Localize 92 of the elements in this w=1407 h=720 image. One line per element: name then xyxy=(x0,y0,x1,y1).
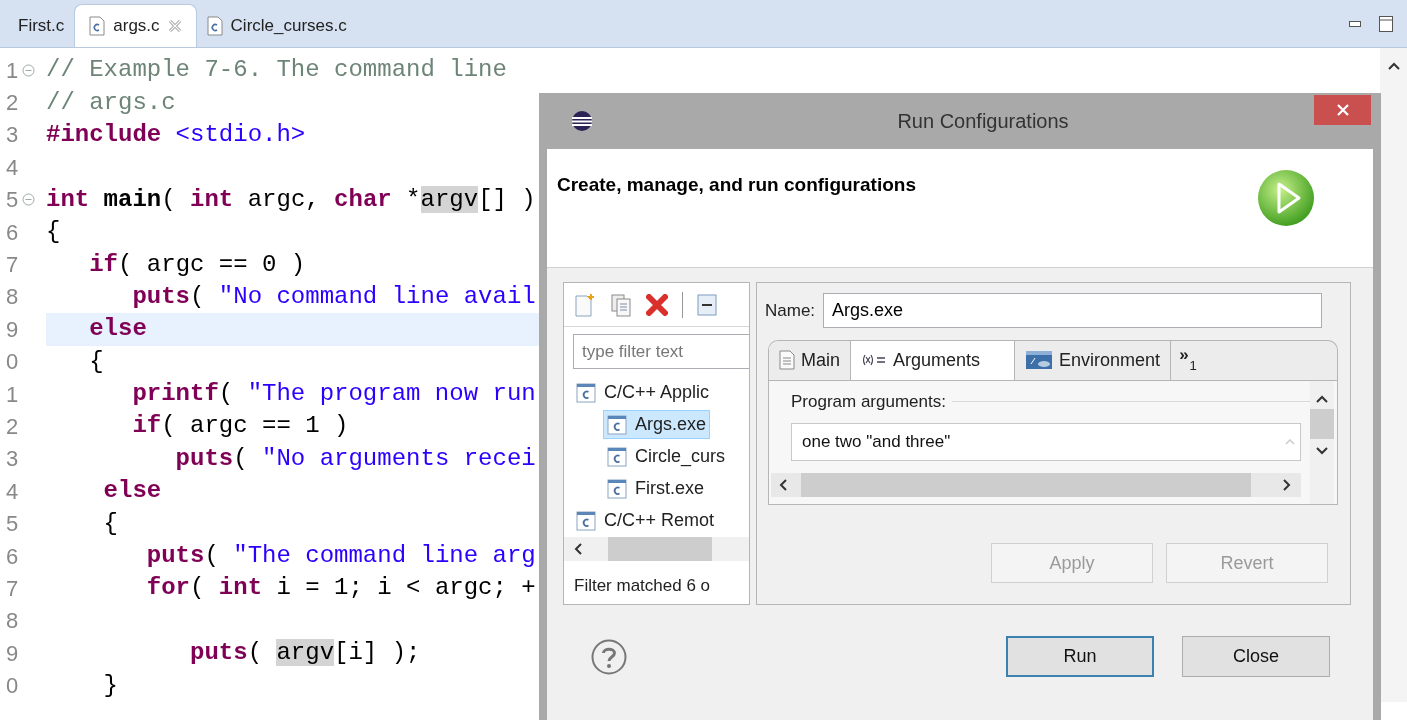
header-text: Create, manage, and run configurations xyxy=(557,173,916,197)
line-number: 7 xyxy=(5,574,20,603)
scroll-up-icon[interactable] xyxy=(1387,62,1400,70)
configuration-icon xyxy=(576,382,596,403)
editor-tab[interactable]: args.c xyxy=(74,4,197,47)
scroll-down-icon[interactable] xyxy=(1316,447,1328,455)
close-icon xyxy=(1336,104,1349,116)
name-field[interactable]: Args.exe xyxy=(823,293,1323,328)
minimize-icon[interactable] xyxy=(1349,20,1361,27)
line-number: 5 xyxy=(5,186,20,215)
code-line: } xyxy=(102,673,118,698)
run-icon xyxy=(1257,169,1315,227)
code-line: // args.c xyxy=(46,90,176,115)
group-label: Program arguments: xyxy=(791,391,946,413)
code-line: { xyxy=(102,511,118,536)
code-line: int main( int argc, char *argv[] ) xyxy=(46,187,536,212)
code-line: else xyxy=(102,479,162,504)
code-line: { xyxy=(88,349,104,374)
tree-item[interactable]: C/C++ Remot xyxy=(572,506,719,535)
configuration-icon xyxy=(576,510,596,531)
filter-status: Filter matched 6 o xyxy=(573,575,712,597)
vertical-scrollbar[interactable] xyxy=(1310,381,1334,504)
environment-icon xyxy=(1025,350,1054,370)
code-line: if( argc == 1 ) xyxy=(131,414,349,439)
filter-field[interactable]: type filter text xyxy=(573,334,749,369)
line-number: 2 xyxy=(5,413,20,441)
scrollbar-thumb[interactable] xyxy=(608,537,712,561)
scroll-up-icon[interactable] xyxy=(1316,395,1328,403)
dialog-title: Run Configurations xyxy=(897,109,1069,134)
line-number: 3 xyxy=(5,445,20,474)
scroll-left-icon[interactable] xyxy=(779,478,787,491)
maximize-icon[interactable] xyxy=(1379,15,1393,32)
line-number: 0 xyxy=(5,348,20,377)
document-icon xyxy=(779,350,795,370)
delete-icon[interactable] xyxy=(646,293,668,316)
line-number: 1 xyxy=(5,380,20,409)
variable-icon xyxy=(861,353,887,367)
tree-item[interactable]: Circle_curs xyxy=(603,442,730,471)
line-number: 7 xyxy=(5,251,20,280)
editor-tab[interactable]: First.c xyxy=(8,4,75,47)
line-number: 4 xyxy=(5,477,20,506)
file-icon xyxy=(206,15,223,36)
line-number: 6 xyxy=(5,218,20,247)
code-line: puts( argv[i] ); xyxy=(189,641,421,666)
line-number: 0 xyxy=(5,672,20,701)
scroll-left-icon[interactable] xyxy=(574,543,582,555)
code-line: for( int i = 1; i < argc; + xyxy=(145,576,536,601)
horizontal-scrollbar[interactable] xyxy=(771,472,1301,497)
line-number: 5 xyxy=(5,510,20,539)
line-number: 4 xyxy=(5,153,20,182)
tree-item[interactable]: First.exe xyxy=(603,474,708,503)
line-number: 2 xyxy=(5,89,20,118)
line-number: 9 xyxy=(5,639,20,668)
code-line: puts( "No arguments recei xyxy=(174,446,536,471)
button[interactable]: Close xyxy=(1182,636,1330,677)
fold-icon[interactable] xyxy=(22,63,35,77)
line-number: 3 xyxy=(5,121,20,150)
new-configuration-icon[interactable] xyxy=(574,292,596,317)
configuration-icon xyxy=(607,446,627,467)
scroll-right-icon[interactable] xyxy=(1283,478,1291,491)
tab[interactable]: Arguments xyxy=(851,341,1016,380)
line-number: 1 xyxy=(5,56,20,85)
code-line: puts( "No command line avail xyxy=(131,284,536,309)
collapse-all-icon[interactable] xyxy=(697,293,717,316)
configuration-icon xyxy=(607,414,627,435)
code-line: if( argc == 0 ) xyxy=(88,252,306,277)
scrollbar-thumb[interactable] xyxy=(801,472,1251,497)
eclipse-icon xyxy=(571,110,593,132)
line-number: 8 xyxy=(5,283,20,312)
code-line: // Example 7-6. The command line xyxy=(46,58,507,83)
code-line: #include <stdio.h> xyxy=(46,122,306,147)
fold-icon[interactable] xyxy=(22,193,35,207)
program-arguments-field[interactable]: one two "and three" xyxy=(791,422,1301,461)
line-number: 9 xyxy=(5,315,20,344)
code-line: else xyxy=(88,317,147,342)
editor-tab[interactable]: Circle_curses.c xyxy=(196,4,357,47)
configuration-icon xyxy=(607,478,627,499)
code-line: { xyxy=(46,220,61,245)
file-icon xyxy=(89,16,106,36)
name-label: Name: xyxy=(765,299,816,322)
tree-item[interactable]: Args.exe xyxy=(603,410,711,439)
line-number: 8 xyxy=(5,607,20,636)
button[interactable]: Run xyxy=(1006,636,1154,677)
horizontal-scrollbar[interactable] xyxy=(564,537,749,561)
line-number: 6 xyxy=(5,542,20,571)
tab[interactable]: Main xyxy=(769,341,851,380)
help-icon[interactable] xyxy=(591,638,627,675)
code-line: printf( "The program now run xyxy=(131,382,536,407)
scrollbar-thumb[interactable] xyxy=(1310,409,1334,439)
close-button[interactable] xyxy=(1314,95,1371,125)
tree-item[interactable]: C/C++ Applic xyxy=(572,378,714,407)
code-line: puts( "The command line arg xyxy=(145,544,536,569)
